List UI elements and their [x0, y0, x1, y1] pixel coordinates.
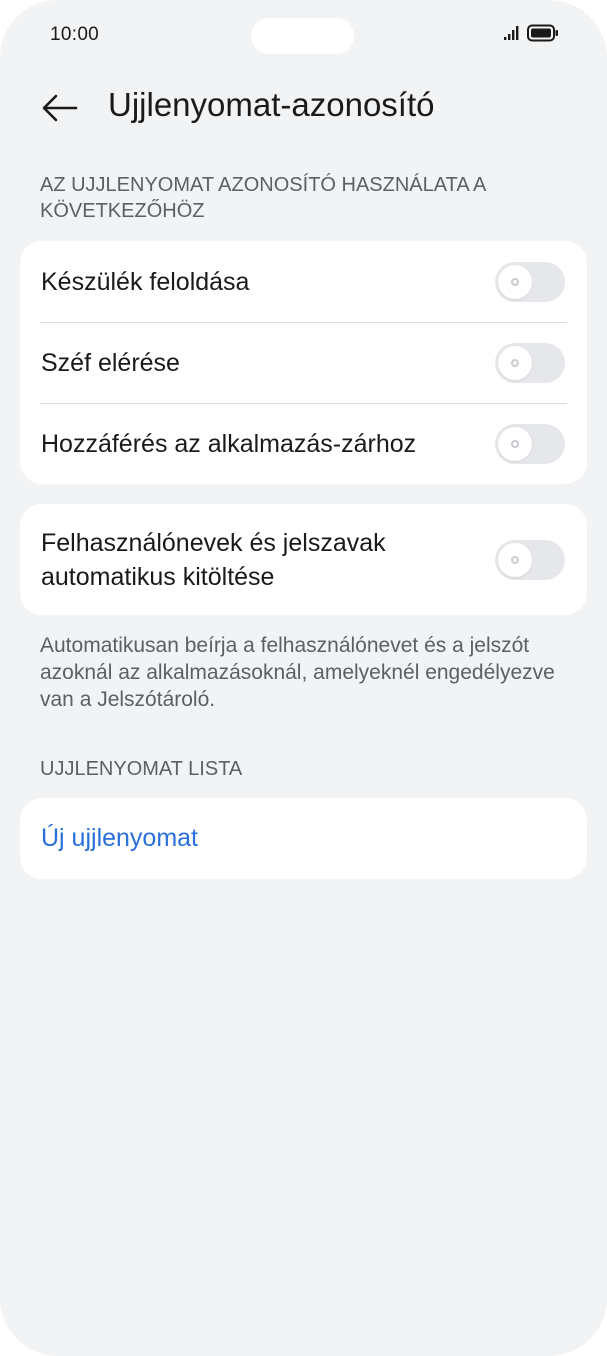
unlock-device-label: Készülék feloldása — [41, 267, 250, 296]
battery-icon — [527, 24, 558, 42]
unlock-device-toggle[interactable] — [495, 261, 565, 302]
fingerprint-list-card: Új ujjlenyomat — [20, 798, 587, 879]
fingerprint-list-heading: UJJLENYOMAT LISTA — [40, 758, 243, 780]
app-lock-toggle[interactable] — [495, 423, 565, 464]
autofill-description: Automatikusan beírja a felhasználónevet … — [40, 634, 555, 711]
safe-access-toggle[interactable] — [495, 342, 565, 383]
page-title: Ujjlenyomat-azonosító — [108, 86, 435, 123]
autofill-card: Felhasználónevek és jelszavak automatiku… — [20, 504, 587, 615]
arrow-left-icon — [42, 94, 78, 122]
new-fingerprint-label: Új ujjlenyomat — [41, 824, 199, 852]
unlock-device-row[interactable]: Készülék feloldása — [20, 241, 587, 322]
header: Ujjlenyomat-azonosító — [0, 78, 607, 138]
camera-cutout — [251, 18, 354, 54]
back-button[interactable] — [36, 84, 84, 132]
app-lock-row[interactable]: Hozzáférés az alkalmazás-zárhoz — [20, 403, 587, 484]
signal-icon — [504, 26, 519, 40]
autofill-toggle[interactable] — [495, 539, 565, 580]
phone-screen: 10:00 Ujjlenyomat-azonosító AZ UJJLENYOM… — [0, 0, 607, 1356]
safe-access-row[interactable]: Széf elérése — [20, 322, 587, 403]
app-lock-label: Hozzáférés az alkalmazás-zárhoz — [41, 429, 417, 458]
toggle-knob — [498, 426, 532, 461]
autofill-label: Felhasználónevek és jelszavak automatiku… — [41, 528, 386, 591]
status-time: 10:00 — [50, 24, 100, 45]
autofill-row[interactable]: Felhasználónevek és jelszavak automatiku… — [20, 504, 587, 615]
toggle-knob — [498, 264, 532, 299]
toggle-knob — [498, 542, 532, 577]
new-fingerprint-button[interactable]: Új ujjlenyomat — [20, 798, 587, 879]
status-icons — [503, 24, 559, 42]
toggle-knob — [498, 345, 532, 380]
status-bar: 10:00 — [0, 0, 607, 72]
usage-section-heading: AZ UJJLENYOMAT AZONOSÍTÓ HASZNÁLATA A KÖ… — [40, 174, 486, 222]
usage-card: Készülék feloldása Széf elérése Hozzáfér… — [20, 241, 587, 484]
safe-access-label: Széf elérése — [41, 348, 180, 377]
